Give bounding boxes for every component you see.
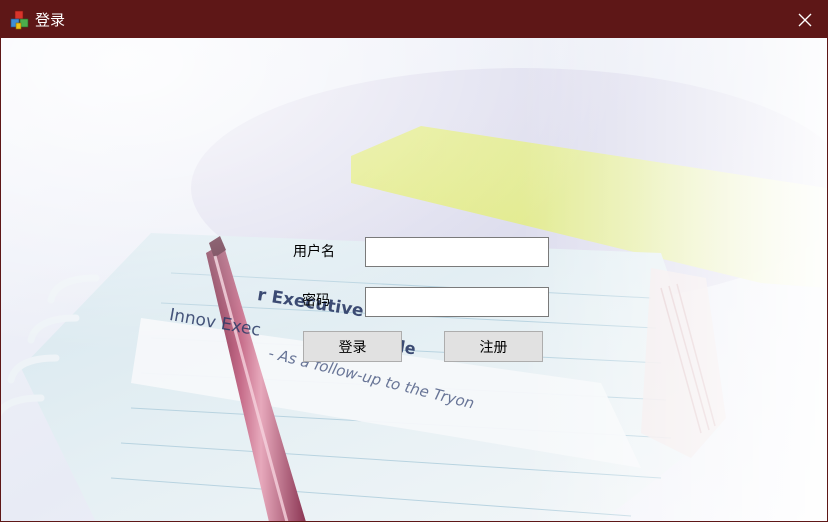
username-input[interactable] xyxy=(365,237,549,267)
background-image xyxy=(1,38,827,521)
password-input[interactable] xyxy=(365,287,549,317)
title-bar[interactable]: 登录 xyxy=(1,1,827,38)
client-area: r Executive Innov Exec le - As a follow-… xyxy=(1,38,827,521)
register-button[interactable]: 注册 xyxy=(444,331,543,362)
login-button[interactable]: 登录 xyxy=(303,331,402,362)
close-button[interactable] xyxy=(783,1,827,38)
window-title: 登录 xyxy=(35,11,66,29)
app-cubes-icon xyxy=(10,10,29,30)
password-label: 密码 xyxy=(302,293,330,309)
close-icon xyxy=(798,13,812,26)
username-label: 用户名 xyxy=(293,244,335,260)
login-window: 登录 r Executive Innov Exec le - As a foll… xyxy=(0,0,828,522)
